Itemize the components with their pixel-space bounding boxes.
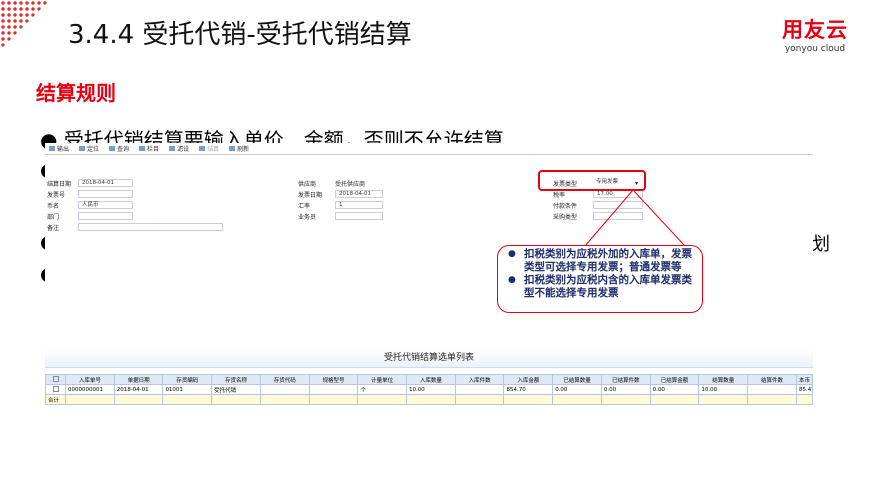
table-cell xyxy=(259,394,310,405)
column-header[interactable]: 入库金额 xyxy=(503,374,554,385)
table-cell xyxy=(747,394,797,405)
table-cell: 0.00 xyxy=(552,384,602,395)
table-cell xyxy=(796,394,813,405)
column-header[interactable]: 存货名称 xyxy=(211,374,261,385)
column-header[interactable]: 入库数量 xyxy=(406,374,456,385)
logo: 用友云 yonyou cloud xyxy=(782,18,848,54)
table-cell xyxy=(308,394,359,405)
callout-item: 扣税类别为应税内含的入库单发票类型不能选择专用发票 xyxy=(508,274,696,300)
table-cell: 0.00 xyxy=(649,384,700,395)
table-cell xyxy=(406,394,456,405)
row-checkbox[interactable] xyxy=(45,384,66,395)
column-header[interactable]: 已结算件数 xyxy=(600,374,651,385)
table-cell xyxy=(600,394,651,405)
select-all-checkbox[interactable] xyxy=(45,374,66,385)
table-cell xyxy=(649,394,700,405)
table-cell: 受托代销 xyxy=(211,384,261,395)
column-header[interactable]: 结算件数 xyxy=(747,374,797,385)
table-cell xyxy=(698,394,749,405)
table-cell xyxy=(113,394,164,405)
column-header[interactable]: 结算数量 xyxy=(698,374,749,385)
table-cell: 01001 xyxy=(162,384,213,395)
selection-table: 入库单号 单据日期 存货编码 存货名称 存货代码 规格型号 计量单位 入库数量 入库件数 入库金额… xyxy=(45,374,813,405)
table-cell: 854.70 xyxy=(503,384,554,395)
table-cell: 10.00 xyxy=(406,384,456,395)
table-cell: 2018-04-01 xyxy=(113,384,164,395)
column-header[interactable]: 已结算数量 xyxy=(552,374,602,385)
table-cell xyxy=(259,384,310,395)
slide-title: 3.4.4 受托代销-受托代销结算 xyxy=(68,20,412,50)
table-cell xyxy=(552,394,602,405)
table-cell: 85.47 xyxy=(796,384,813,395)
table-cell: 个 xyxy=(357,384,408,395)
callout-item: 扣税类别为应税外加的入库单，发票类型可选择专用发票；普通发票等 xyxy=(508,248,696,274)
column-header[interactable]: 计量单位 xyxy=(357,374,408,385)
list-title: 受托代销结算选单列表 xyxy=(45,348,813,368)
table-row[interactable]: 0000000001 2018-04-01 01001 受托代销个 10.00 854.7… xyxy=(45,384,813,395)
table-cell xyxy=(65,394,115,405)
column-header[interactable]: 入库单号 xyxy=(65,374,115,385)
table-cell: 10.00 xyxy=(698,384,749,395)
column-header[interactable]: 存货代码 xyxy=(259,374,310,385)
column-header[interactable]: 已结算金额 xyxy=(649,374,700,385)
column-header[interactable]: 存货编码 xyxy=(162,374,213,385)
table-cell xyxy=(454,394,505,405)
table-cell xyxy=(308,384,359,395)
table-cell xyxy=(357,394,408,405)
table-cell xyxy=(503,394,554,405)
column-header[interactable]: 入库件数 xyxy=(454,374,505,385)
total-row: 合计 xyxy=(45,394,813,405)
decorative-dots xyxy=(0,0,50,50)
column-header[interactable]: 规格型号 xyxy=(308,374,359,385)
section-heading: 结算规则 xyxy=(36,81,116,105)
table-cell: 0000000001 xyxy=(65,384,115,395)
column-header[interactable]: 本币 xyxy=(796,374,813,385)
table-cell xyxy=(454,384,505,395)
column-header[interactable]: 单据日期 xyxy=(113,374,164,385)
table-cell xyxy=(747,384,797,395)
table-cell: 0.00 xyxy=(600,384,651,395)
callout-note: 扣税类别为应税外加的入库单，发票类型可选择专用发票；普通发票等扣税类别为应税内含… xyxy=(497,245,703,313)
partial-text: 划 xyxy=(812,234,830,255)
selection-list-panel: 受托代销结算选单列表 入库单号 单据日期 存货编码 存货名称 存货代码 规格型号 计量单位入… xyxy=(45,348,813,412)
table-cell xyxy=(162,394,213,405)
table-cell xyxy=(211,394,261,405)
total-label: 合计 xyxy=(45,394,66,405)
